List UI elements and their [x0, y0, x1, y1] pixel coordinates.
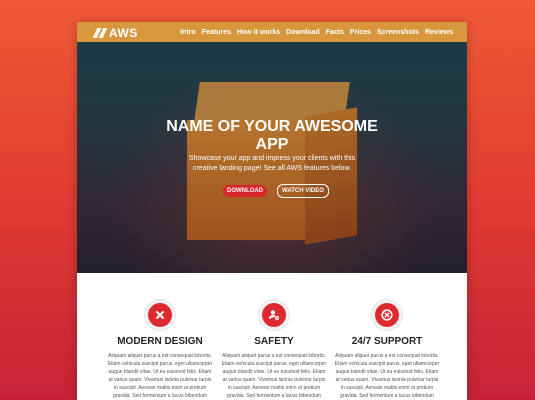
nav-item-facts[interactable]: Facts	[326, 29, 344, 36]
support-icon	[375, 303, 399, 327]
nav-item-features[interactable]: Features	[202, 29, 231, 36]
watch-video-button[interactable]: WATCH VIDEO	[277, 184, 329, 198]
feature-title: 24/7 SUPPORT	[351, 336, 423, 347]
nav-item-screenshots[interactable]: Screenshots	[377, 29, 419, 36]
hero-title-line-1: NAME OF YOUR AWESOME	[166, 118, 378, 135]
logo-mark-icon	[92, 28, 108, 38]
nav-item-reviews[interactable]: Reviews	[425, 29, 453, 36]
x-icon	[148, 303, 172, 327]
nav-item-prices[interactable]: Prices	[350, 29, 371, 36]
feature-text: Aliquam aliquet purus a est consequat lo…	[334, 353, 440, 399]
navbar: AWS Intro Features How it works Download…	[77, 22, 467, 42]
nav-item-download[interactable]: Download	[286, 29, 319, 36]
logo[interactable]: AWS	[92, 26, 138, 40]
hero-title-line-2: APP	[255, 136, 289, 153]
feature-text: Aliquam aliquet purus a est consequat lo…	[107, 353, 213, 399]
nav-item-intro[interactable]: Intro	[180, 29, 196, 36]
download-button[interactable]: DOWNLOAD	[223, 185, 267, 197]
features-section: MODERN DESIGN Aliquam aliquet purus a es…	[77, 273, 467, 400]
hero-section: NAME OF YOUR AWESOME APP Showcase your a…	[77, 42, 467, 273]
nav-links: Intro Features How it works Download Fac…	[180, 22, 453, 42]
nav-item-how-it-works[interactable]: How it works	[237, 29, 280, 36]
feature-title: MODERN DESIGN	[117, 336, 203, 347]
user-gear-icon	[262, 303, 286, 327]
landing-page: AWS Intro Features How it works Download…	[77, 22, 467, 400]
feature-title: SAFETY	[254, 336, 294, 347]
hero-description: Showcase your app and impress your clien…	[188, 155, 356, 172]
logo-text: AWS	[109, 26, 138, 40]
feature-text: Aliquam aliquet purus a est consequat lo…	[221, 353, 327, 399]
hero-title: NAME OF YOUR AWESOME APP	[77, 118, 467, 154]
